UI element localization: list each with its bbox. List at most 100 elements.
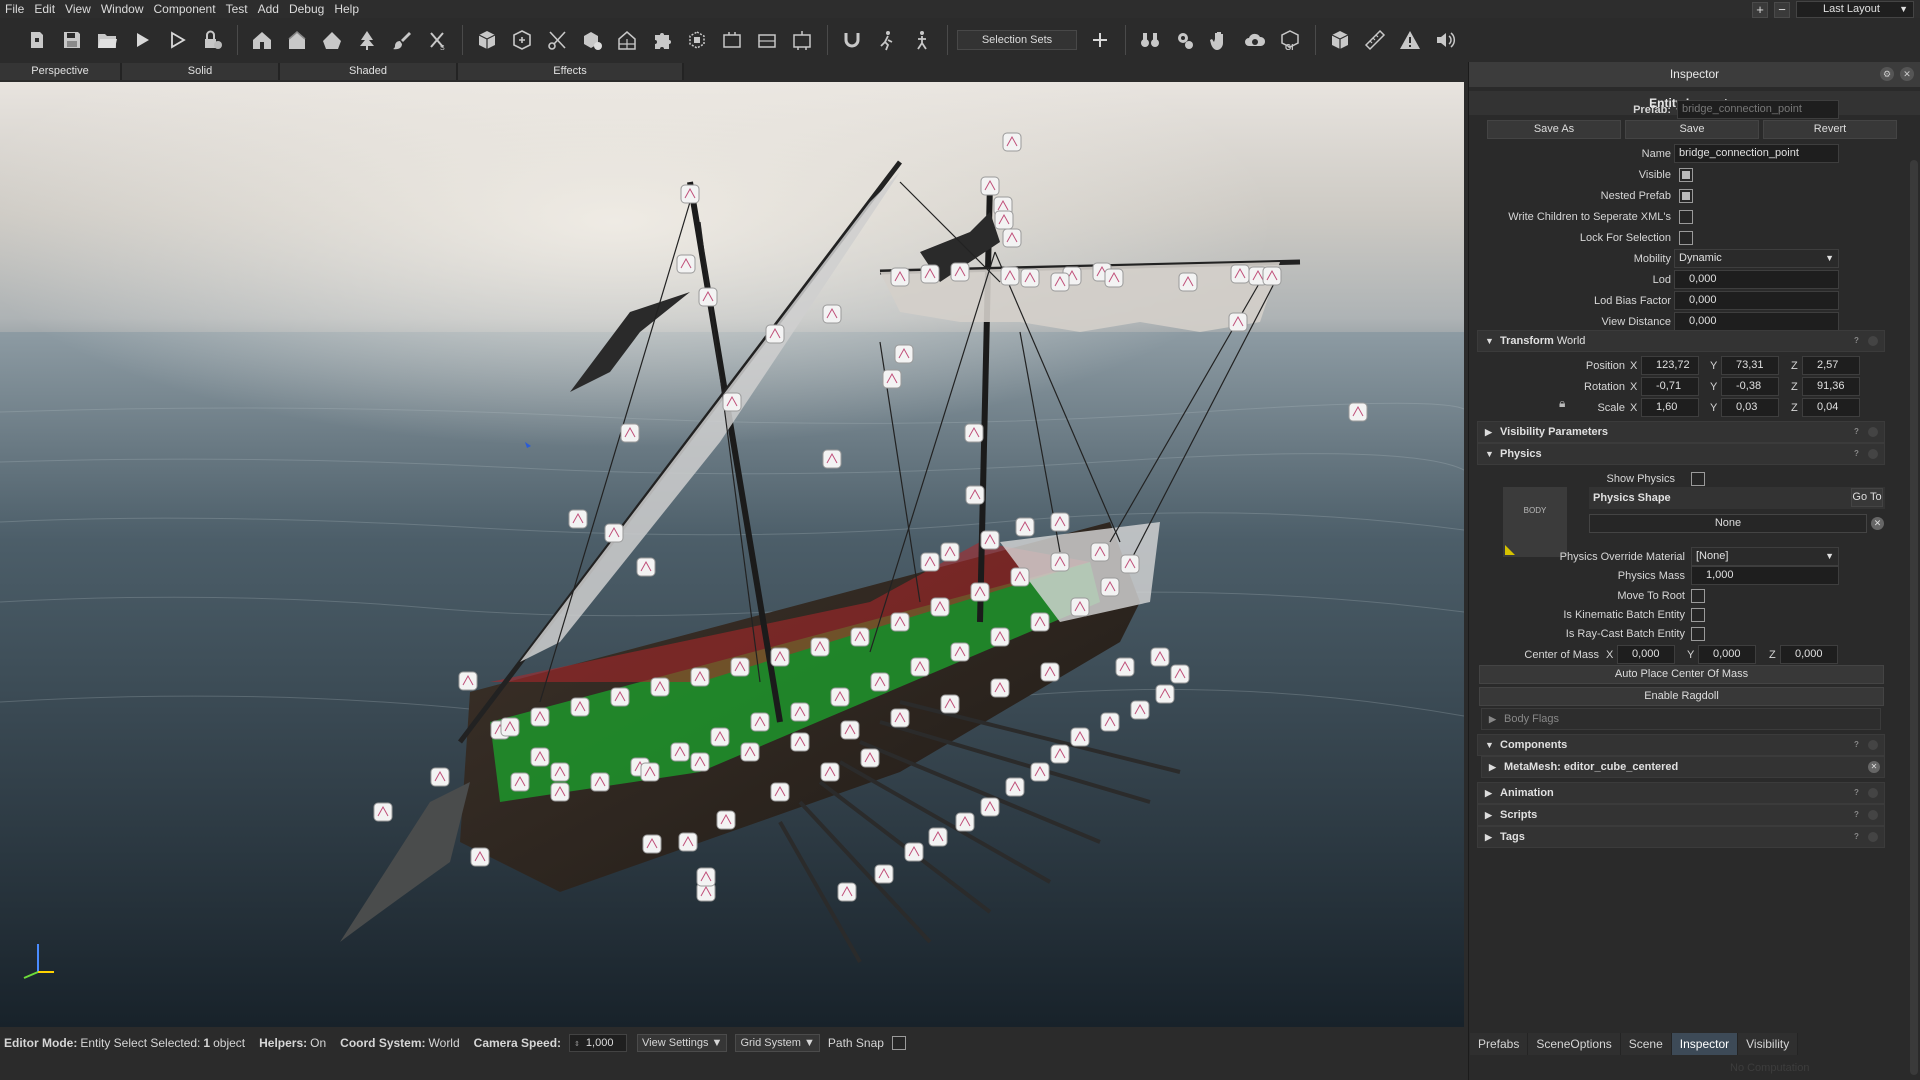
- gi-icon[interactable]: GI: [1275, 25, 1305, 55]
- entity-helper-marker[interactable]: [1130, 700, 1150, 720]
- section-toggle-icon[interactable]: [1868, 336, 1878, 346]
- entity-helper-marker[interactable]: [650, 677, 670, 697]
- entity-helper-marker[interactable]: [373, 802, 393, 822]
- gear-cloud-icon[interactable]: [1170, 25, 1200, 55]
- entity-helper-marker[interactable]: [790, 732, 810, 752]
- entity-helper-marker[interactable]: [840, 720, 860, 740]
- override-material-dropdown[interactable]: [None] ▼: [1691, 547, 1839, 566]
- entity-helper-marker[interactable]: [610, 687, 630, 707]
- center-of-mass-z-field[interactable]: 0,000: [1780, 645, 1838, 664]
- house-icon[interactable]: [282, 25, 312, 55]
- menu-edit[interactable]: Edit: [29, 0, 60, 18]
- entity-helper-marker[interactable]: [874, 864, 894, 884]
- entity-helper-marker[interactable]: [750, 712, 770, 732]
- entity-helper-marker[interactable]: [1070, 597, 1090, 617]
- entity-helper-marker[interactable]: [770, 782, 790, 802]
- entity-helper-marker[interactable]: [990, 627, 1010, 647]
- entity-helper-marker[interactable]: [1262, 266, 1282, 286]
- entity-helper-marker[interactable]: [620, 423, 640, 443]
- tags-section-header[interactable]: ▶ Tags ?: [1477, 826, 1885, 848]
- entity-helper-marker[interactable]: [690, 752, 710, 772]
- entity-helper-marker[interactable]: [1050, 744, 1070, 764]
- components-section-header[interactable]: ▼ Components ?: [1477, 734, 1885, 756]
- entity-helper-marker[interactable]: [1090, 542, 1110, 562]
- entity-helper-marker[interactable]: [1230, 264, 1250, 284]
- scripts-section-header[interactable]: ▶ Scripts ?: [1477, 804, 1885, 826]
- section-toggle-icon[interactable]: [1868, 427, 1878, 437]
- warning-icon[interactable]: [1395, 25, 1425, 55]
- entity-helper-marker[interactable]: [980, 797, 1000, 817]
- entity-helper-marker[interactable]: [890, 612, 910, 632]
- entity-helper-marker[interactable]: [822, 449, 842, 469]
- selection-x-icon[interactable]: S: [422, 25, 452, 55]
- entity-helper-marker[interactable]: [696, 867, 716, 887]
- cube-add-icon[interactable]: [577, 25, 607, 55]
- entity-helper-marker[interactable]: [570, 697, 590, 717]
- entity-helper-marker[interactable]: [604, 523, 624, 543]
- section-toggle-icon[interactable]: [1868, 810, 1878, 820]
- entity-helper-marker[interactable]: [920, 264, 940, 284]
- physics-section-header[interactable]: ▼ Physics ?: [1477, 443, 1885, 465]
- entity-helper-marker[interactable]: [740, 742, 760, 762]
- entity-helper-marker[interactable]: [930, 597, 950, 617]
- entity-helper-marker[interactable]: [822, 304, 842, 324]
- entity-helper-marker[interactable]: [765, 324, 785, 344]
- move-to-root-checkbox[interactable]: [1691, 589, 1705, 603]
- entity-helper-marker[interactable]: [430, 767, 450, 787]
- enable-ragdoll-button[interactable]: Enable Ragdoll: [1479, 687, 1884, 706]
- go-to-button[interactable]: Go To: [1851, 488, 1883, 507]
- entity-helper-marker[interactable]: [920, 552, 940, 572]
- entity-helper-marker[interactable]: [1030, 612, 1050, 632]
- tab-effects[interactable]: Effects: [458, 63, 684, 80]
- view-settings-dropdown[interactable]: View Settings ▼: [637, 1034, 728, 1052]
- walk-alt-icon[interactable]: [907, 25, 937, 55]
- lod-field[interactable]: 0,000: [1674, 270, 1839, 289]
- cloud-icon[interactable]: [1240, 25, 1270, 55]
- entity-helper-marker[interactable]: [850, 627, 870, 647]
- help-icon[interactable]: ?: [1851, 787, 1862, 798]
- entity-helper-marker[interactable]: [1100, 577, 1120, 597]
- revert-button[interactable]: Revert: [1763, 120, 1897, 139]
- save-button[interactable]: Save: [1625, 120, 1759, 139]
- entity-helper-marker[interactable]: [1000, 266, 1020, 286]
- entity-helper-marker[interactable]: [568, 509, 588, 529]
- entity-helper-marker[interactable]: [1010, 567, 1030, 587]
- box-icon[interactable]: [1325, 25, 1355, 55]
- raycast-batch-checkbox[interactable]: [1691, 627, 1705, 641]
- entity-helper-marker[interactable]: [716, 810, 736, 830]
- scale-x-field[interactable]: 1,60: [1641, 398, 1699, 417]
- menu-file[interactable]: File: [0, 0, 29, 18]
- visible-checkbox[interactable]: [1679, 168, 1693, 182]
- settings-icon[interactable]: ⚙: [1880, 67, 1894, 81]
- selection-sets-button[interactable]: Selection Sets: [957, 30, 1077, 50]
- entity-helper-marker[interactable]: [790, 702, 810, 722]
- tab-visibility[interactable]: Visibility: [1738, 1033, 1799, 1055]
- help-icon[interactable]: ?: [1851, 831, 1862, 842]
- entity-helper-marker[interactable]: [1015, 517, 1035, 537]
- camera-speed-field[interactable]: ⇕ 1,000: [569, 1034, 628, 1052]
- entity-helper-marker[interactable]: [1002, 132, 1022, 152]
- entity-helper-marker[interactable]: [730, 657, 750, 677]
- entity-helper-marker[interactable]: [1002, 228, 1022, 248]
- entity-helper-marker[interactable]: [1178, 272, 1198, 292]
- help-icon[interactable]: ?: [1851, 426, 1862, 437]
- scale-y-field[interactable]: 0,03: [1721, 398, 1779, 417]
- entity-helper-marker[interactable]: [530, 707, 550, 727]
- scissors-icon[interactable]: [542, 25, 572, 55]
- entity-helper-marker[interactable]: [955, 812, 975, 832]
- save-icon[interactable]: [57, 25, 87, 55]
- speaker-icon[interactable]: [1430, 25, 1460, 55]
- body-flags-section-header[interactable]: ▶ Body Flags: [1481, 708, 1881, 730]
- entity-helper-marker[interactable]: [1050, 552, 1070, 572]
- inspector-scrollbar[interactable]: [1910, 160, 1918, 1075]
- position-y-field[interactable]: 73,31: [1721, 356, 1779, 375]
- entity-helper-marker[interactable]: [590, 772, 610, 792]
- entity-helper-marker[interactable]: [980, 176, 1000, 196]
- entity-helper-marker[interactable]: [678, 832, 698, 852]
- entity-helper-marker[interactable]: [636, 557, 656, 577]
- tab-inspector[interactable]: Inspector: [1671, 1033, 1739, 1055]
- entity-helper-marker[interactable]: [710, 727, 730, 747]
- entity-helper-marker[interactable]: [890, 267, 910, 287]
- cube-icon[interactable]: [472, 25, 502, 55]
- physics-body-thumbnail[interactable]: BODY: [1503, 487, 1567, 557]
